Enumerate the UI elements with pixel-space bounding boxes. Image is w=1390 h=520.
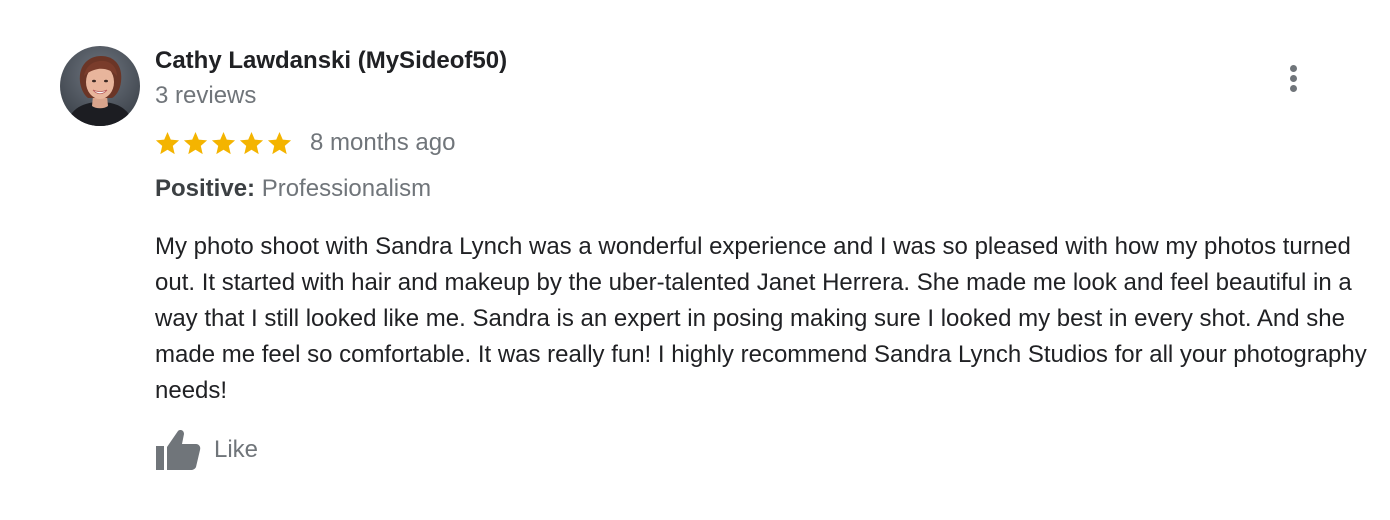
thumbs-up-icon [156, 430, 201, 470]
more-vertical-icon-dot [1290, 75, 1297, 82]
like-label: Like [214, 436, 259, 463]
star-icon [155, 131, 180, 154]
more-vertical-icon-dot [1290, 85, 1297, 92]
star-icon [211, 131, 236, 154]
avatar[interactable] [60, 46, 140, 126]
highlight-label: Positive: [155, 175, 256, 202]
more-vertical-icon-dot [1290, 65, 1297, 72]
avatar-image [60, 46, 140, 126]
review-text: My photo shoot with Sandra Lynch was a w… [155, 233, 1367, 404]
more-options-button[interactable] [1278, 60, 1310, 96]
star-icon [239, 131, 264, 154]
star-icon [183, 131, 208, 154]
review-highlight: Positive: Professionalism [155, 175, 431, 203]
highlight-value: Professionalism [261, 175, 432, 202]
like-button[interactable]: Like [154, 428, 258, 472]
review-time: 8 months ago [310, 129, 456, 156]
review-card: Cathy Lawdanski (MySideof50) 3 reviews 8… [0, 0, 1390, 520]
rating-row: 8 months ago [154, 126, 455, 160]
reviewer-name[interactable]: Cathy Lawdanski (MySideof50) [155, 47, 507, 75]
star-icon [267, 131, 292, 154]
star-rating [154, 130, 294, 157]
reviewer-review-count[interactable]: 3 reviews [155, 82, 256, 110]
